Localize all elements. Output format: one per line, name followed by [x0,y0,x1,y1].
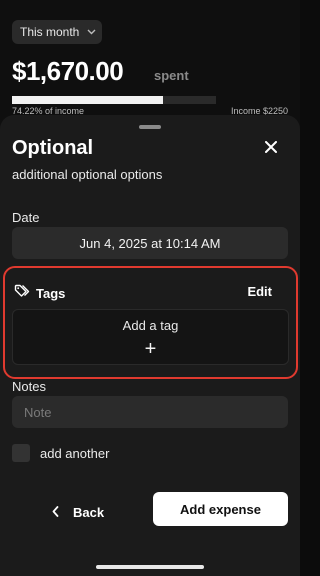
back-button[interactable]: Back [52,495,104,529]
notes-label: Notes [12,379,46,394]
date-picker[interactable]: Jun 4, 2025 at 10:14 AM [12,227,288,259]
sheet-grabber[interactable] [139,125,161,129]
screen: This month $1,670.00 spent 74.22% of inc… [0,0,300,576]
tags-label: Tags [36,286,66,301]
plus-icon: + [144,338,157,360]
tags-header: Tags [14,284,65,303]
period-dropdown[interactable]: This month [12,20,102,44]
home-indicator [96,565,204,569]
period-dropdown-label: This month [20,25,80,39]
monthly-summary: This month $1,670.00 spent 74.22% of inc… [0,0,300,130]
sheet-title: Optional [12,137,94,159]
edit-tags-button[interactable]: Edit [247,284,272,299]
add-tag-button[interactable]: Add a tag + [12,309,289,365]
sheet-subtitle: additional optional options [12,167,163,182]
date-value: Jun 4, 2025 at 10:14 AM [79,235,221,251]
spent-label: spent [154,68,189,83]
add-another-label: add another [40,445,110,461]
income-progress-fill [12,96,164,104]
income-progress-bar [12,96,216,104]
close-button[interactable] [260,138,282,160]
tag-icon [14,284,30,303]
spent-amount: $1,670.00 [12,56,124,86]
optional-sheet: Optional additional optional options Dat… [0,115,300,576]
date-label: Date [12,210,40,225]
close-icon [265,140,277,158]
back-label: Back [73,504,105,520]
add-expense-label: Add expense [180,501,261,517]
notes-input[interactable] [12,396,288,428]
add-tag-label: Add a tag [122,318,179,333]
tags-section: Tags Edit Add a tag + [3,266,298,379]
chevron-left-icon [52,505,59,520]
add-expense-button[interactable]: Add expense [153,492,288,526]
add-another-checkbox[interactable] [12,444,30,462]
add-another-row[interactable]: add another [12,444,109,462]
chevron-down-icon [87,27,96,38]
